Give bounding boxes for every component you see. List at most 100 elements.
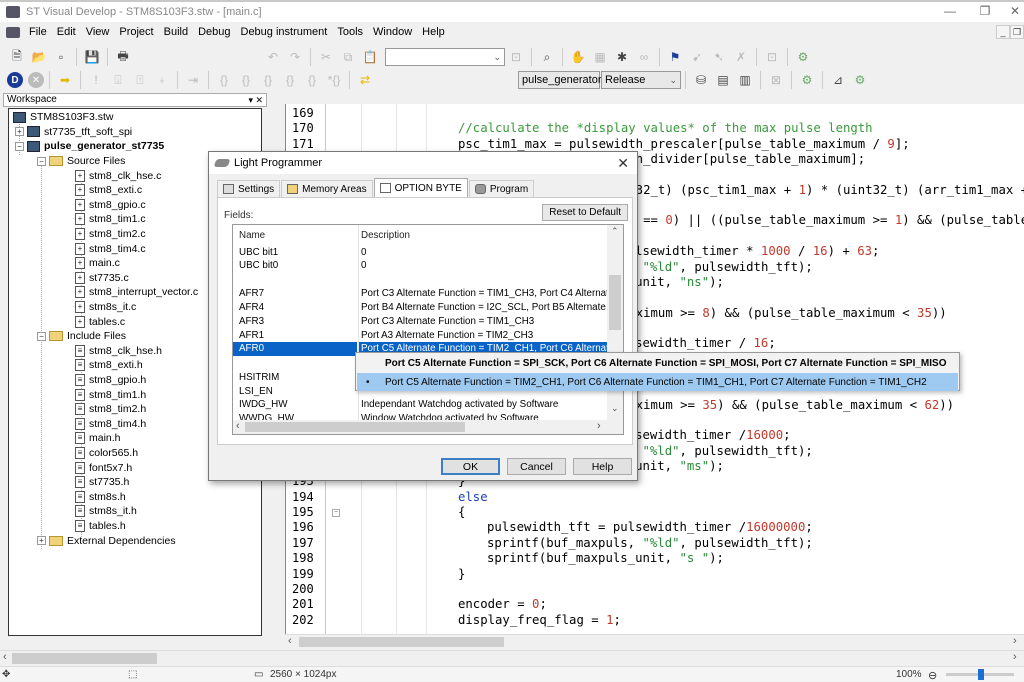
- folder-include-files[interactable]: − Include Files: [37, 329, 126, 344]
- source-file-item[interactable]: + stm8_tim2.c: [75, 227, 146, 242]
- option-row[interactable]: AFR7 Port C3 Alternate Function = TIM1_CH…: [233, 287, 609, 301]
- open-folder-icon[interactable]: 📂: [29, 47, 49, 67]
- source-file-item[interactable]: + stm8s_it.c: [75, 300, 136, 315]
- mdi-minimize-button[interactable]: _: [996, 25, 1010, 39]
- step-into-icon[interactable]: ⍗: [108, 70, 128, 90]
- include-file-item[interactable]: ≡ stm8_tim2.h: [75, 402, 146, 417]
- arrow-left-icon[interactable]: ‹: [236, 420, 240, 432]
- source-file-item[interactable]: + stm8_tim4.c: [75, 241, 146, 256]
- configuration-combo[interactable]: Release ⌄: [601, 71, 681, 89]
- option-description[interactable]: 0: [361, 260, 609, 271]
- editor-horizontal-scrollbar[interactable]: ‹ ›: [285, 634, 1024, 648]
- program-icon[interactable]: ⚙: [797, 70, 817, 90]
- include-file-item[interactable]: ≡ stm8s.h: [75, 490, 126, 505]
- code-line[interactable]: encoder = 0;: [458, 597, 547, 611]
- brace-3-icon[interactable]: {}: [258, 70, 278, 90]
- include-file-item[interactable]: ≡ main.h: [75, 431, 121, 446]
- bug-remove-icon[interactable]: ✱: [612, 47, 632, 67]
- menu-help[interactable]: Help: [417, 26, 450, 38]
- menu-view[interactable]: View: [81, 26, 115, 38]
- paste-icon[interactable]: 📋: [360, 47, 380, 67]
- rebuild-icon[interactable]: ▥: [735, 70, 755, 90]
- bookmark-clear-icon[interactable]: ✗: [731, 47, 751, 67]
- source-file-item[interactable]: + st7735.c: [75, 271, 129, 286]
- column-description-header[interactable]: Description: [361, 230, 609, 241]
- chevron-down-icon[interactable]: ⌄: [611, 403, 619, 414]
- compile-icon[interactable]: ⛁: [691, 70, 711, 90]
- project-item[interactable]: + st7735_tft_soft_spi: [15, 125, 132, 140]
- arrow-left-icon[interactable]: ‹: [288, 635, 292, 647]
- build-icon[interactable]: ▤: [713, 70, 733, 90]
- code-line[interactable]: else: [458, 490, 488, 504]
- option-row[interactable]: AFR4 Port B4 Alternate Function = I2C_SCL…: [233, 301, 609, 315]
- menu-build[interactable]: Build: [159, 26, 193, 38]
- help-button[interactable]: Help: [573, 458, 632, 475]
- option-row[interactable]: IWDG_HW Independant Watchdog activated by…: [233, 398, 607, 412]
- collapse-icon[interactable]: −: [15, 141, 24, 151]
- debug-stop-icon[interactable]: ✕: [28, 72, 44, 88]
- code-line[interactable]: //calculate the *display values* of the …: [458, 121, 873, 135]
- code-line[interactable]: pulsewidth_tft = pulsewidth_timer /16000…: [487, 520, 813, 534]
- source-file-item[interactable]: + stm8_tim1.c: [75, 212, 146, 227]
- cancel-button[interactable]: Cancel: [507, 458, 566, 475]
- bookmark-prev-icon[interactable]: ➷: [709, 47, 729, 67]
- binoculars-icon[interactable]: ⌕: [537, 47, 557, 67]
- menu-file[interactable]: File: [24, 26, 52, 38]
- code-line[interactable]: }: [458, 567, 465, 581]
- zoom-slider-knob[interactable]: [978, 669, 984, 680]
- include-file-item[interactable]: ≡ st7735.h: [75, 475, 129, 490]
- source-file-item[interactable]: + stm8_gpio.c: [75, 198, 146, 213]
- exclamation-icon[interactable]: !: [86, 70, 106, 90]
- grid-horizontal-scrollbar[interactable]: ‹ ›: [233, 420, 623, 434]
- option-description[interactable]: Port C3 Alternate Function = TIM1_CH3: [361, 316, 609, 327]
- arrow-right-icon[interactable]: ➡: [55, 70, 75, 90]
- menu-tools[interactable]: Tools: [332, 26, 368, 38]
- expand-icon[interactable]: +: [15, 127, 24, 137]
- minimize-button[interactable]: —: [935, 4, 965, 18]
- brace-5-icon[interactable]: {}: [302, 70, 322, 90]
- bookmark-next-icon[interactable]: ➹: [687, 47, 707, 67]
- include-file-item[interactable]: ≡ color565.h: [75, 446, 138, 461]
- redo-icon[interactable]: ↷: [285, 47, 305, 67]
- option-row[interactable]: UBC bit0 0: [233, 259, 607, 273]
- collapse-icon[interactable]: −: [37, 156, 46, 166]
- toggle-icon[interactable]: ⊡: [762, 47, 782, 67]
- expand-icon[interactable]: +: [37, 536, 46, 546]
- option-row[interactable]: AFR1 Port A3 Alternate Function = TIM2_CH…: [233, 328, 607, 342]
- collapse-icon[interactable]: −: [332, 509, 340, 518]
- workspace-root[interactable]: STM8S103F3.stw: [13, 110, 113, 125]
- undo-icon[interactable]: ↶: [263, 47, 283, 67]
- new-window-icon[interactable]: ▫: [51, 47, 71, 67]
- find-combo[interactable]: ⌄: [385, 48, 505, 66]
- tab-memory-areas[interactable]: Memory Areas: [281, 180, 373, 197]
- arrow-right-icon[interactable]: ›: [1013, 651, 1017, 663]
- menu-window[interactable]: Window: [368, 26, 417, 38]
- copy-icon[interactable]: ⧉: [338, 47, 358, 67]
- tab-program[interactable]: Program: [468, 180, 535, 197]
- column-name-header[interactable]: Name: [239, 230, 359, 241]
- chevron-up-icon[interactable]: ⌃: [611, 226, 619, 237]
- include-file-item[interactable]: ≡ stm8_clk_hse.h: [75, 344, 162, 359]
- arrow-right-icon[interactable]: ›: [1013, 635, 1017, 647]
- run-to-cursor-icon[interactable]: ⇥: [183, 70, 203, 90]
- dialog-close-button[interactable]: ✕: [617, 155, 629, 172]
- zoom-slider[interactable]: [946, 669, 1014, 680]
- source-file-item[interactable]: + stm8_exti.c: [75, 183, 142, 198]
- option-description[interactable]: Independant Watchdog activated by Softwa…: [361, 399, 609, 410]
- zoom-out-icon[interactable]: ⊖: [928, 669, 937, 682]
- brace-1-icon[interactable]: {}: [214, 70, 234, 90]
- glasses-icon[interactable]: ∞: [634, 47, 654, 67]
- code-line[interactable]: sprintf(buf_maxpuls, "%ld", pulsewidth_t…: [487, 536, 813, 550]
- print-icon[interactable]: 🖶: [113, 47, 133, 67]
- include-file-item[interactable]: ≡ stm8_tim1.h: [75, 387, 146, 402]
- reset-icon[interactable]: ⇄: [355, 70, 375, 90]
- folder-source-files[interactable]: − Source Files: [37, 154, 125, 169]
- stop-build-icon[interactable]: ⊠: [766, 70, 786, 90]
- collapse-icon[interactable]: −: [37, 331, 46, 341]
- step-over-icon[interactable]: ⍐: [130, 70, 150, 90]
- breakpoint-list-icon[interactable]: ▦: [590, 47, 610, 67]
- programmer-icon[interactable]: ⚙: [793, 47, 813, 67]
- settings-icon[interactable]: ⚙: [850, 70, 870, 90]
- close-button[interactable]: ✕: [1000, 4, 1024, 18]
- include-file-item[interactable]: ≡ stm8_gpio.h: [75, 373, 146, 388]
